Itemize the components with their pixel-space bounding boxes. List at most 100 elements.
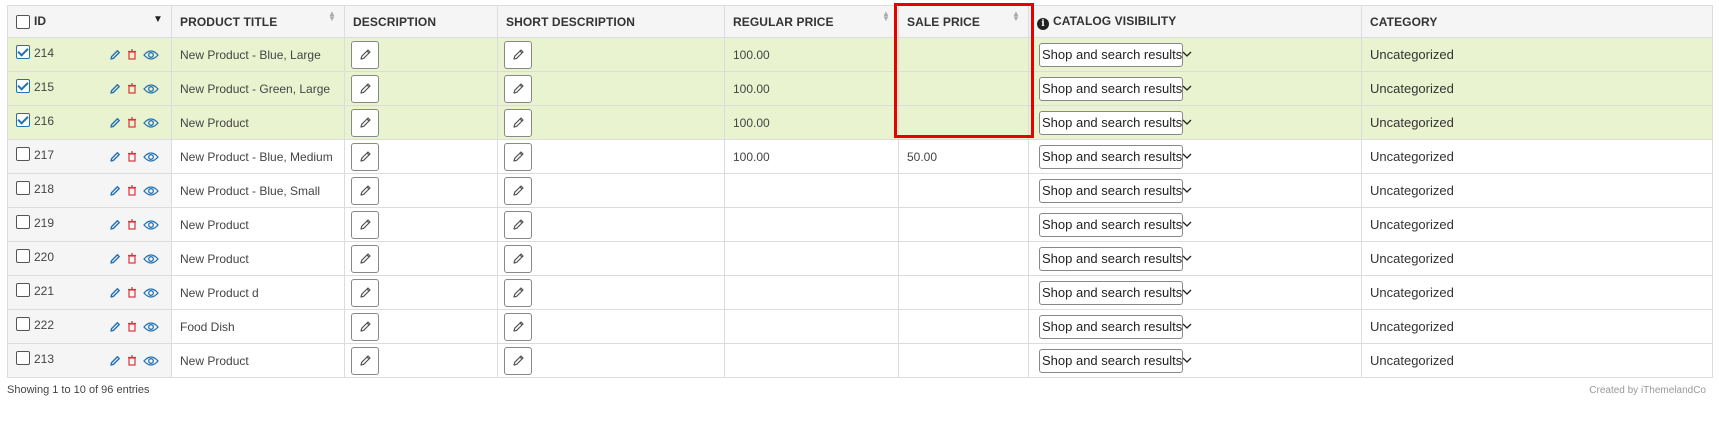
eye-icon[interactable] [143, 253, 159, 265]
eye-icon[interactable] [143, 49, 159, 61]
pencil-icon[interactable] [109, 83, 121, 95]
edit-description-button[interactable] [351, 244, 379, 273]
sort-icon[interactable]: ▲ ▼ [882, 9, 890, 22]
product-title-cell[interactable]: New Product - Blue, Small [171, 173, 345, 208]
eye-icon[interactable] [143, 117, 159, 129]
sale-price-cell[interactable] [898, 309, 1029, 344]
pencil-icon[interactable] [109, 287, 121, 299]
trash-icon[interactable] [127, 253, 137, 264]
edit-description-button[interactable] [351, 108, 379, 137]
pencil-icon[interactable] [109, 117, 121, 129]
catalog-visibility-select[interactable]: Shop and search results [1039, 246, 1192, 271]
regular-price-cell[interactable]: 100.00 [724, 139, 899, 174]
sale-price-cell[interactable] [898, 105, 1029, 140]
pencil-icon[interactable] [109, 185, 121, 197]
pencil-icon[interactable] [109, 321, 121, 333]
table-row[interactable]: 219 New Product Shop and search results Unc… [7, 207, 1713, 242]
trash-icon[interactable] [127, 185, 137, 196]
product-title-cell[interactable]: New Product [171, 343, 345, 378]
regular-price-cell[interactable] [724, 309, 899, 344]
regular-price-cell[interactable] [724, 275, 899, 310]
col-sale-price-header[interactable]: SALE PRICE ▲ ▼ [898, 5, 1029, 38]
edit-short-description-button[interactable] [504, 210, 532, 239]
edit-short-description-button[interactable] [504, 40, 532, 69]
trash-icon[interactable] [127, 355, 137, 366]
regular-price-cell[interactable] [724, 173, 899, 208]
table-row[interactable]: 218 New Product - Blue, Small Shop and sea… [7, 173, 1713, 208]
catalog-visibility-select[interactable]: Shop and search results [1039, 76, 1192, 101]
product-title-cell[interactable]: New Product - Blue, Medium [171, 139, 345, 174]
category-cell[interactable]: Uncategorized [1361, 309, 1713, 344]
eye-icon[interactable] [143, 219, 159, 231]
eye-icon[interactable] [143, 287, 159, 299]
sale-price-cell[interactable] [898, 241, 1029, 276]
sale-price-cell[interactable] [898, 37, 1029, 72]
trash-icon[interactable] [127, 49, 137, 60]
col-title-header[interactable]: PRODUCT TITLE ▲ ▼ [171, 5, 345, 38]
eye-icon[interactable] [143, 355, 159, 367]
product-title-cell[interactable]: Food Dish [171, 309, 345, 344]
sort-icon[interactable]: ▲ ▼ [328, 9, 336, 22]
product-title-cell[interactable]: New Product - Blue, Large [171, 37, 345, 72]
table-row[interactable]: 221 New Product d Shop and search results U… [7, 275, 1713, 310]
catalog-visibility-select[interactable]: Shop and search results [1039, 110, 1192, 135]
catalog-visibility-select[interactable]: Shop and search results [1039, 348, 1192, 373]
sale-price-cell[interactable] [898, 275, 1029, 310]
table-row[interactable]: 216 New Product 100.00 Shop and search resu… [7, 105, 1713, 140]
edit-short-description-button[interactable] [504, 74, 532, 103]
table-row[interactable]: 222 Food Dish Shop and search results Uncat… [7, 309, 1713, 344]
row-checkbox[interactable] [16, 283, 30, 298]
category-cell[interactable]: Uncategorized [1361, 71, 1713, 106]
regular-price-cell[interactable]: 100.00 [724, 37, 899, 72]
trash-icon[interactable] [127, 321, 137, 332]
product-title-cell[interactable]: New Product d [171, 275, 345, 310]
regular-price-cell[interactable] [724, 207, 899, 242]
category-cell[interactable]: Uncategorized [1361, 105, 1713, 140]
sale-price-cell[interactable] [898, 207, 1029, 242]
category-cell[interactable]: Uncategorized [1361, 207, 1713, 242]
regular-price-cell[interactable]: 100.00 [724, 71, 899, 106]
edit-description-button[interactable] [351, 278, 379, 307]
pencil-icon[interactable] [109, 253, 121, 265]
edit-short-description-button[interactable] [504, 142, 532, 171]
caret-down-icon[interactable]: ▼ [153, 14, 163, 25]
eye-icon[interactable] [143, 185, 159, 197]
eye-icon[interactable] [143, 321, 159, 333]
pencil-icon[interactable] [109, 355, 121, 367]
pencil-icon[interactable] [109, 49, 121, 61]
edit-short-description-button[interactable] [504, 346, 532, 375]
eye-icon[interactable] [143, 151, 159, 163]
regular-price-cell[interactable] [724, 241, 899, 276]
row-checkbox[interactable] [16, 317, 30, 332]
category-cell[interactable]: Uncategorized [1361, 343, 1713, 378]
category-cell[interactable]: Uncategorized [1361, 139, 1713, 174]
edit-description-button[interactable] [351, 40, 379, 69]
regular-price-cell[interactable]: 100.00 [724, 105, 899, 140]
product-title-cell[interactable]: New Product - Green, Large [171, 71, 345, 106]
row-checkbox[interactable] [16, 113, 30, 128]
row-checkbox[interactable] [16, 45, 30, 60]
edit-short-description-button[interactable] [504, 108, 532, 137]
edit-short-description-button[interactable] [504, 312, 532, 341]
edit-short-description-button[interactable] [504, 278, 532, 307]
trash-icon[interactable] [127, 117, 137, 128]
trash-icon[interactable] [127, 151, 137, 162]
info-icon[interactable]: i [1037, 17, 1049, 30]
edit-description-button[interactable] [351, 74, 379, 103]
catalog-visibility-select[interactable]: Shop and search results [1039, 42, 1192, 67]
edit-short-description-button[interactable] [504, 244, 532, 273]
edit-description-button[interactable] [351, 312, 379, 341]
trash-icon[interactable] [127, 219, 137, 230]
regular-price-cell[interactable] [724, 343, 899, 378]
catalog-visibility-select[interactable]: Shop and search results [1039, 178, 1192, 203]
edit-description-button[interactable] [351, 176, 379, 205]
catalog-visibility-select[interactable]: Shop and search results [1039, 212, 1192, 237]
row-checkbox[interactable] [16, 147, 30, 162]
pencil-icon[interactable] [109, 151, 121, 163]
product-title-cell[interactable]: New Product [171, 207, 345, 242]
catalog-visibility-select[interactable]: Shop and search results [1039, 144, 1192, 169]
sale-price-cell[interactable] [898, 343, 1029, 378]
edit-description-button[interactable] [351, 346, 379, 375]
select-all-checkbox[interactable] [16, 14, 30, 29]
table-row[interactable]: 217 New Product - Blue, Medium 100.00 50.00… [7, 139, 1713, 174]
